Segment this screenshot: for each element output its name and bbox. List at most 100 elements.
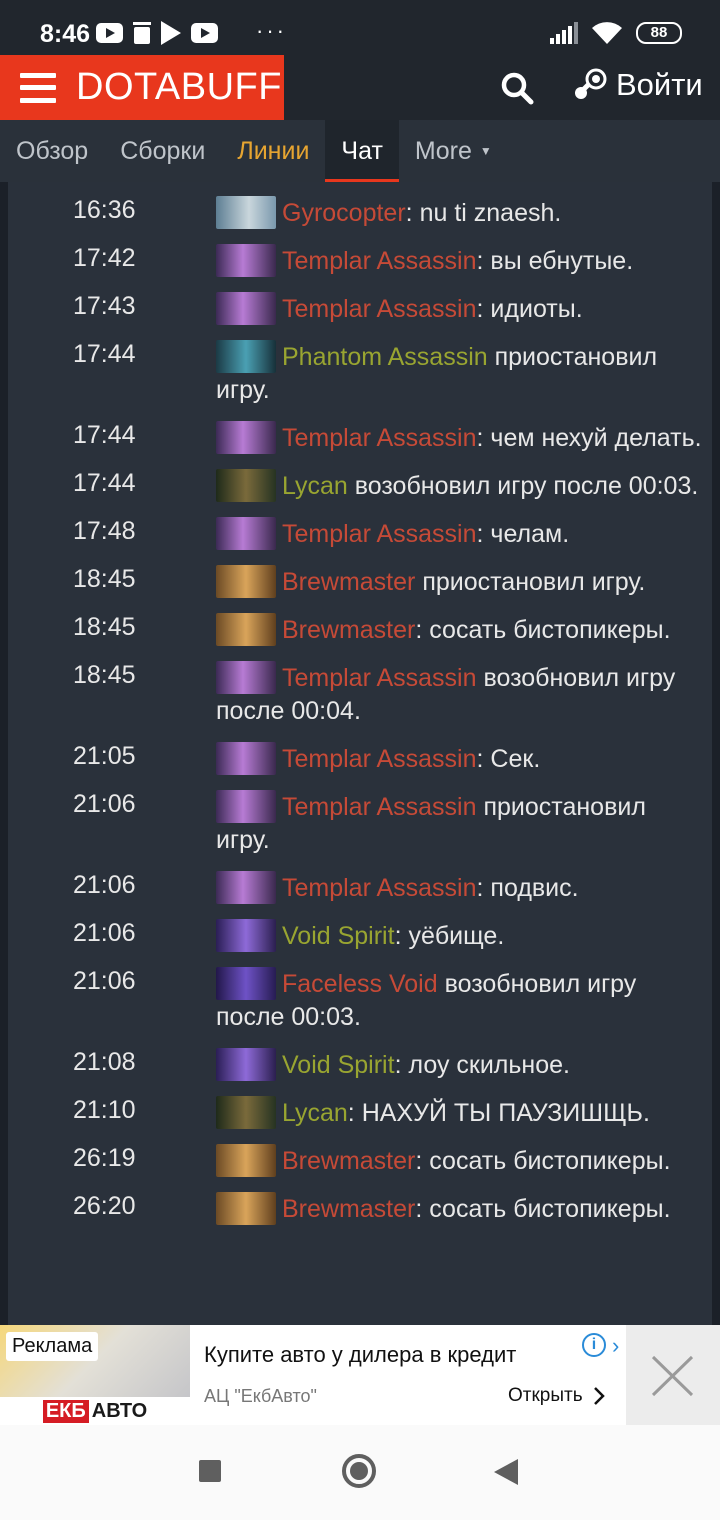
message-text: : сосать бистопикеры. <box>415 1195 671 1223</box>
message-text: : Сек. <box>476 745 541 773</box>
message-time: 17:42 <box>73 244 136 272</box>
hero-avatar-icon[interactable] <box>216 1096 276 1129</box>
hero-name-link[interactable]: Templar Assassin <box>282 874 477 902</box>
message-time: 21:06 <box>73 967 136 995</box>
status-bar: 8:46 ··· 88 <box>0 0 720 55</box>
notification-icons <box>96 21 218 45</box>
ad-title[interactable]: Купите авто у дилера в кредит <box>204 1342 516 1368</box>
chat-message: 21:10 Lycan: НАХУЙ ТЫ ПАУЗИШЩЬ. <box>8 1082 712 1130</box>
tab-chat[interactable]: Чат <box>325 120 400 182</box>
message-body: Templar Assassin: подвис. <box>216 871 702 905</box>
ad-open-label: Открыть <box>508 1385 583 1406</box>
hero-avatar-icon[interactable] <box>216 790 276 823</box>
hero-name-link[interactable]: Lycan <box>282 1099 348 1127</box>
hero-name-link[interactable]: Templar Assassin <box>282 520 477 548</box>
hero-name-link[interactable]: Brewmaster <box>282 568 415 596</box>
trash-icon <box>133 22 151 44</box>
chat-message: 26:19 Brewmaster: сосать бистопикеры. <box>8 1130 712 1178</box>
chat-message: 21:06 Void Spirit: уёбище. <box>8 905 712 953</box>
message-body: Brewmaster: сосать бистопикеры. <box>216 1192 702 1226</box>
hero-name-link[interactable]: Brewmaster <box>282 1147 415 1175</box>
message-body: Templar Assassin: челам. <box>216 517 702 551</box>
chat-message: 17:42 Templar Assassin: вы ебнутые. <box>8 230 712 278</box>
hero-name-link[interactable]: Void Spirit <box>282 922 395 950</box>
login-button[interactable]: Войти <box>572 67 703 103</box>
message-text: возобновил игру после 00:03. <box>347 472 699 500</box>
hero-name-link[interactable]: Void Spirit <box>282 1051 395 1079</box>
hero-name-link[interactable]: Brewmaster <box>282 1195 415 1223</box>
hero-name-link[interactable]: Gyrocopter <box>282 199 406 227</box>
hero-name-link[interactable]: Lycan <box>282 472 348 500</box>
hero-avatar-icon[interactable] <box>216 292 276 325</box>
hero-name-link[interactable]: Faceless Void <box>282 970 438 998</box>
tab-more[interactable]: More ▼ <box>399 120 508 182</box>
home-button[interactable] <box>342 1454 376 1488</box>
hero-avatar-icon[interactable] <box>216 919 276 952</box>
message-text: : сосать бистопикеры. <box>415 616 671 644</box>
hero-name-link[interactable]: Templar Assassin <box>282 247 477 275</box>
ad-advertiser: АЦ "ЕкбАвто" <box>204 1386 317 1406</box>
recent-apps-button[interactable] <box>199 1460 221 1482</box>
message-time: 21:05 <box>73 742 136 770</box>
ad-close-button[interactable] <box>626 1325 720 1425</box>
hero-name-link[interactable]: Templar Assassin <box>282 745 477 773</box>
chat-message: 21:06 Templar Assassin: подвис. <box>8 857 712 905</box>
hero-avatar-icon[interactable] <box>216 1048 276 1081</box>
more-notifications-icon: ··· <box>256 18 287 43</box>
chat-message: 17:48 Templar Assassin: челам. <box>8 503 712 551</box>
message-body: Lycan: НАХУЙ ТЫ ПАУЗИШЩЬ. <box>216 1096 702 1130</box>
ad-open-button[interactable]: Открыть <box>508 1385 605 1407</box>
message-time: 26:20 <box>73 1192 136 1220</box>
tab-more-label: More <box>414 136 472 165</box>
hero-avatar-icon[interactable] <box>216 661 276 694</box>
message-time: 18:45 <box>73 565 136 593</box>
ad-choices-icon[interactable]: › <box>612 1333 619 1359</box>
hero-name-link[interactable]: Templar Assassin <box>282 295 477 323</box>
message-body: Void Spirit: уёбище. <box>216 919 702 953</box>
ad-image[interactable]: Реклама ЕКБ АВТО <box>0 1325 190 1425</box>
message-time: 17:43 <box>73 292 136 320</box>
message-time: 18:45 <box>73 613 136 641</box>
message-text: : уёбище. <box>394 922 505 950</box>
menu-icon[interactable] <box>20 72 56 103</box>
message-text: : чем нехуй делать. <box>476 424 702 452</box>
chat-message: 21:08 Void Spirit: лоу скильное. <box>8 1034 712 1082</box>
ad-info-icon[interactable]: i <box>582 1333 606 1357</box>
message-time: 21:08 <box>73 1048 136 1076</box>
hero-avatar-icon[interactable] <box>216 871 276 904</box>
hero-avatar-icon[interactable] <box>216 469 276 502</box>
message-time: 26:19 <box>73 1144 136 1172</box>
message-body: Templar Assassin приостановил игру. <box>216 790 702 857</box>
hero-name-link[interactable]: Brewmaster <box>282 616 415 644</box>
message-body: Phantom Assassin приостановил игру. <box>216 340 702 407</box>
tab-overview[interactable]: Обзор <box>0 120 104 182</box>
message-time: 21:06 <box>73 790 136 818</box>
hero-avatar-icon[interactable] <box>216 340 276 373</box>
message-time: 21:10 <box>73 1096 136 1124</box>
hero-avatar-icon[interactable] <box>216 421 276 454</box>
hero-name-link[interactable]: Templar Assassin <box>282 793 477 821</box>
tab-lanes[interactable]: Линии <box>221 120 325 182</box>
hero-avatar-icon[interactable] <box>216 613 276 646</box>
system-icons: 88 <box>550 22 682 44</box>
hero-avatar-icon[interactable] <box>216 742 276 775</box>
hero-avatar-icon[interactable] <box>216 1144 276 1177</box>
chat-message: 17:44 Phantom Assassin приостановил игру. <box>8 326 712 407</box>
hero-avatar-icon[interactable] <box>216 196 276 229</box>
site-logo[interactable]: DOTABUFF <box>76 66 282 109</box>
hero-name-link[interactable]: Phantom Assassin <box>282 343 488 371</box>
hero-avatar-icon[interactable] <box>216 517 276 550</box>
back-button[interactable] <box>494 1459 518 1485</box>
tab-builds[interactable]: Сборки <box>104 120 221 182</box>
hero-name-link[interactable]: Templar Assassin <box>282 424 477 452</box>
hero-avatar-icon[interactable] <box>216 1192 276 1225</box>
hero-name-link[interactable]: Templar Assassin <box>282 664 477 692</box>
chat-message: 17:44 Templar Assassin: чем нехуй делать. <box>8 407 712 455</box>
hero-avatar-icon[interactable] <box>216 967 276 1000</box>
message-text: : nu ti znaesh. <box>405 199 562 227</box>
ad-banner[interactable]: Реклама ЕКБ АВТО Купите авто у дилера в … <box>0 1325 720 1425</box>
hero-avatar-icon[interactable] <box>216 565 276 598</box>
hero-avatar-icon[interactable] <box>216 244 276 277</box>
search-icon[interactable] <box>500 71 534 105</box>
message-body: Brewmaster: сосать бистопикеры. <box>216 613 702 647</box>
